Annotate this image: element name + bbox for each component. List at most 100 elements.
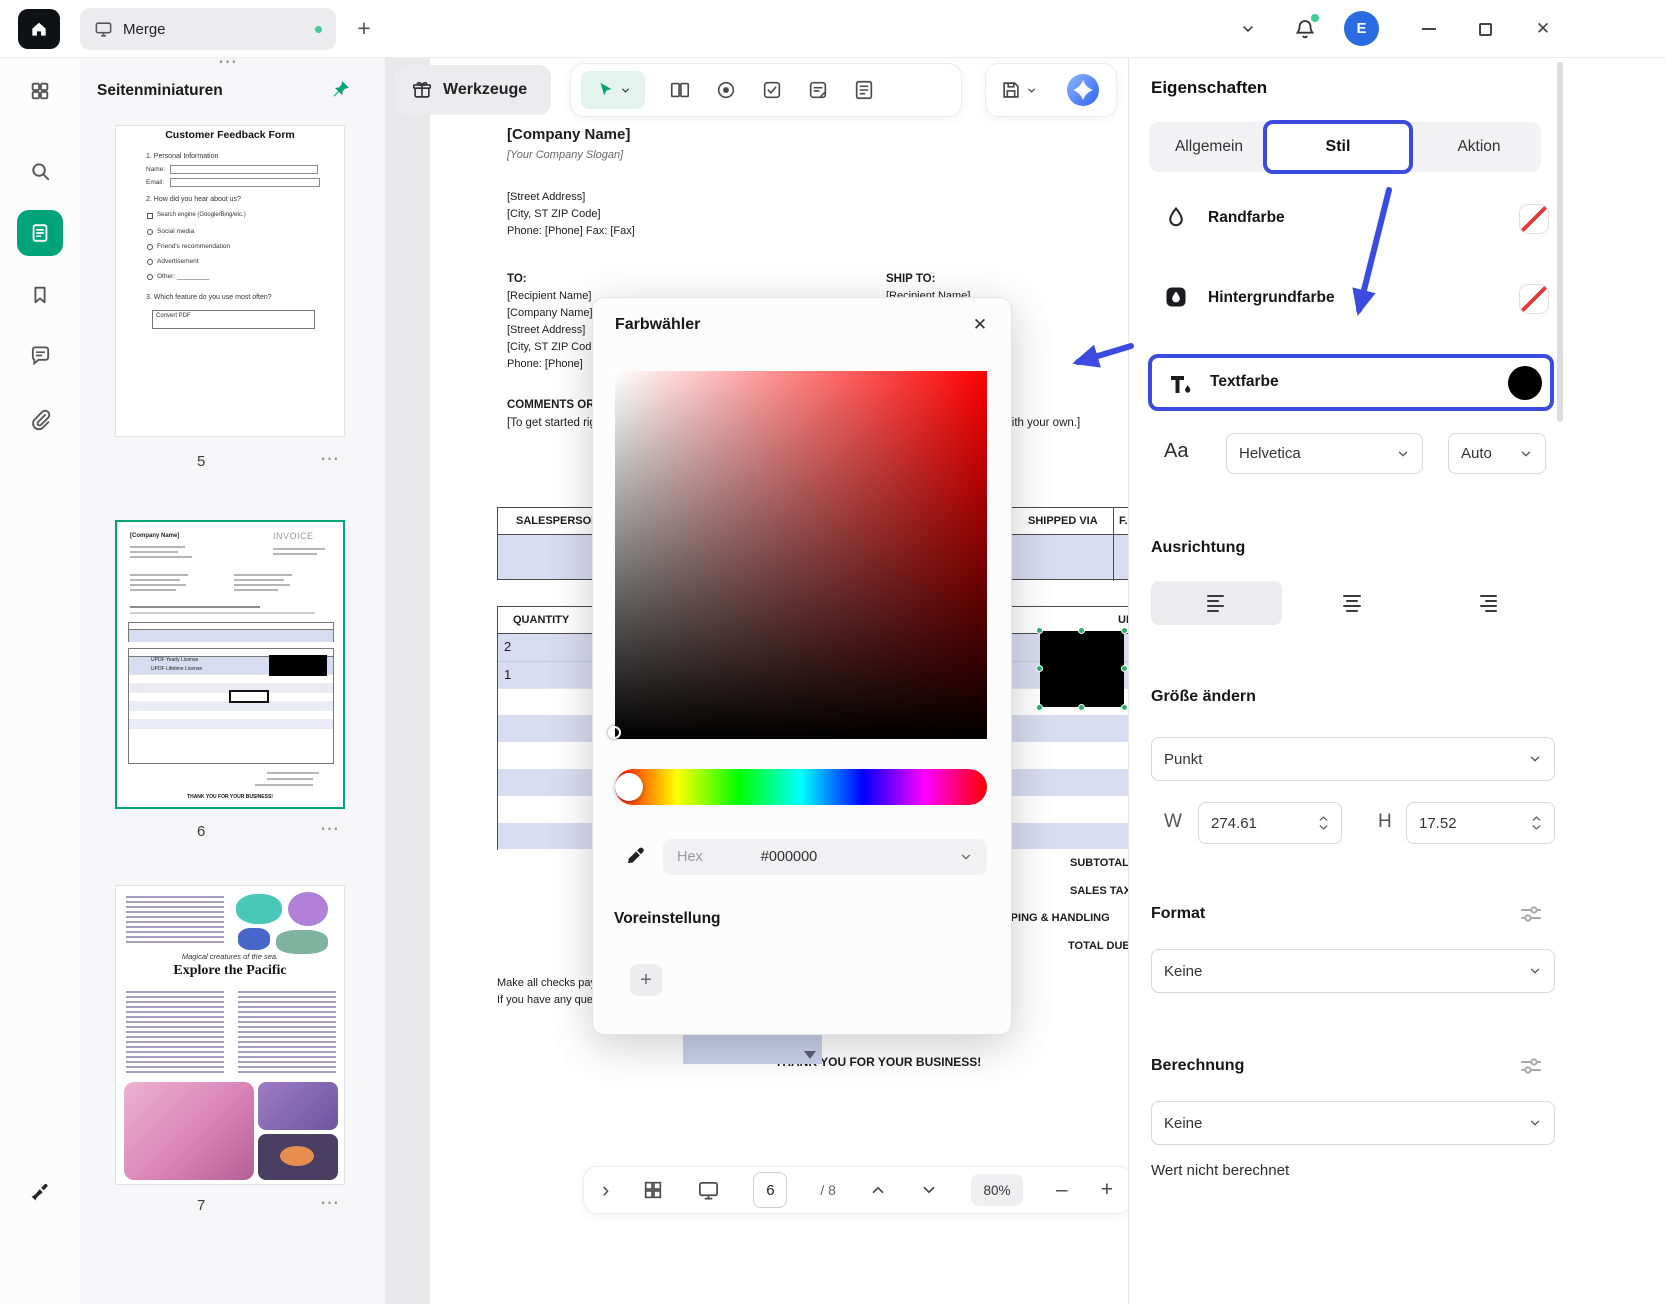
comment-tool-button[interactable] (795, 70, 841, 110)
background-color-icon (1161, 282, 1191, 312)
background-color-swatch[interactable] (1519, 284, 1549, 314)
add-preset-button[interactable]: + (630, 964, 662, 996)
home-icon (32, 22, 46, 36)
page6-more-button[interactable]: ⋯ (320, 820, 340, 839)
page-thumbnail-7[interactable]: Magical creatures of the sea. Explore th… (115, 885, 345, 1185)
close-button[interactable]: ✕ (1528, 14, 1558, 44)
pin-icon (333, 81, 349, 97)
thumb7-photo-coral (124, 1082, 254, 1180)
align-right-button[interactable] (1421, 581, 1552, 625)
align-left-button[interactable] (1151, 581, 1282, 625)
next-page-button[interactable] (920, 1181, 938, 1199)
save-icon (1003, 82, 1019, 98)
expand-button[interactable]: › (602, 1177, 609, 1203)
page-thumbnail-5[interactable]: Customer Feedback Form 1. Personal Infor… (115, 125, 345, 437)
organize-pages-button[interactable] (657, 70, 703, 110)
height-stepper[interactable]: 17.52 (1406, 802, 1555, 844)
panel-resize-handle[interactable]: ⋯ (218, 53, 238, 72)
maximize-button[interactable] (1470, 14, 1500, 44)
zoom-in-button[interactable]: + (1101, 1178, 1113, 1202)
border-color-swatch[interactable] (1519, 204, 1549, 234)
zoom-level-button[interactable]: 80% (971, 1174, 1024, 1206)
thumb6-total-bar (255, 784, 313, 786)
hue-slider[interactable] (615, 769, 987, 805)
tab-aktion[interactable]: Aktion (1425, 128, 1533, 166)
avatar[interactable]: E (1344, 11, 1379, 46)
sidebar-item-bookmarks[interactable] (17, 272, 63, 318)
tab-stil[interactable]: Stil (1263, 120, 1413, 174)
sidebar-item-comments[interactable] (17, 332, 63, 378)
text-color-row[interactable]: Textfarbe (1148, 354, 1554, 411)
page5-more-button[interactable]: ⋯ (320, 450, 340, 469)
eyedropper-button[interactable] (617, 839, 655, 875)
selection-handle[interactable] (1121, 704, 1128, 711)
hex-input[interactable]: Hex #000000 (663, 839, 987, 875)
chevron-down-icon (1532, 825, 1541, 830)
text-color-swatch[interactable] (1508, 366, 1542, 400)
home-button[interactable] (18, 9, 60, 49)
sidebar-item-page-thumbnails[interactable] (17, 210, 63, 256)
save-button[interactable] (1000, 79, 1037, 101)
tabs-overflow-button[interactable] (1232, 14, 1264, 44)
selection-handle[interactable] (1121, 665, 1128, 672)
tools-button[interactable]: Werkzeuge (395, 65, 551, 115)
thumb7-image-blob (238, 928, 270, 950)
selection-handle[interactable] (1078, 704, 1085, 711)
checkbox-tool-button[interactable] (749, 70, 795, 110)
hue-slider-knob[interactable] (615, 773, 643, 801)
chevron-down-icon (1028, 88, 1035, 93)
pin-panel-button[interactable] (328, 76, 354, 102)
properties-panel: Eigenschaften Allgemein Stil Aktion Rand… (1128, 58, 1665, 1304)
thumb5-radio2 (147, 244, 153, 250)
thumb7-text-column (126, 896, 224, 944)
selection-handle[interactable] (1078, 627, 1085, 634)
thumb6-text-bar (130, 556, 192, 558)
select-tool-button[interactable] (581, 71, 645, 109)
page7-more-button[interactable]: ⋯ (320, 1194, 340, 1213)
thumbnail-view-button[interactable] (642, 1179, 664, 1201)
stepper-arrows[interactable] (1531, 815, 1542, 831)
unit-select[interactable]: Punkt (1151, 737, 1555, 781)
previous-page-button[interactable] (869, 1181, 887, 1199)
left-sidebar (0, 58, 80, 1304)
page-number-input[interactable]: 6 (753, 1172, 788, 1208)
align-center-button[interactable] (1286, 581, 1417, 625)
format-select[interactable]: Keine (1151, 949, 1555, 993)
sv-cursor[interactable] (608, 726, 621, 739)
form-tool-button[interactable] (841, 70, 887, 110)
sidebar-item-signature[interactable] (17, 1168, 63, 1214)
selection-handle[interactable] (1121, 627, 1128, 634)
calculation-options-button[interactable] (1517, 1053, 1545, 1079)
cursor-icon (600, 82, 611, 96)
doc-to-line: [Recipient Name] (507, 290, 592, 302)
format-options-button[interactable] (1517, 901, 1545, 927)
selection-handle[interactable] (1036, 704, 1043, 711)
selected-text-box[interactable] (1036, 627, 1128, 711)
stepper-arrows[interactable] (1318, 815, 1329, 831)
record-button[interactable] (703, 70, 749, 110)
calculation-select[interactable]: Keine (1151, 1101, 1555, 1145)
width-stepper[interactable]: 274.61 (1198, 802, 1342, 844)
selection-handle[interactable] (1036, 665, 1043, 672)
thumb5-email-label: Email: (146, 179, 165, 186)
presentation-button[interactable] (697, 1179, 720, 1202)
saturation-value-area[interactable] (608, 371, 987, 739)
selection-handle[interactable] (1036, 627, 1043, 634)
ai-assistant-button[interactable] (1064, 71, 1102, 109)
panel-scrollbar[interactable] (1557, 62, 1563, 422)
font-size-select[interactable]: Auto (1448, 433, 1546, 474)
doc-dropdown-field[interactable] (683, 1033, 822, 1064)
tab-allgemein[interactable]: Allgemein (1157, 128, 1261, 166)
document-tab[interactable]: Merge (80, 8, 336, 50)
dialog-close-button[interactable]: ✕ (965, 310, 995, 340)
zoom-out-button[interactable]: – (1056, 1178, 1068, 1202)
page-thumbnail-6[interactable]: [Company Name] INVOICE UPDF Yearly Licen… (115, 520, 345, 809)
new-tab-button[interactable]: + (348, 12, 380, 44)
sidebar-item-attachments[interactable] (17, 396, 63, 442)
thumb6-text-bar (130, 579, 180, 581)
notifications-button[interactable] (1288, 12, 1322, 46)
font-family-select[interactable]: Helvetica (1226, 433, 1423, 474)
sidebar-item-apps[interactable] (17, 68, 63, 114)
sidebar-item-search[interactable] (17, 148, 63, 194)
minimize-button[interactable] (1414, 14, 1444, 44)
